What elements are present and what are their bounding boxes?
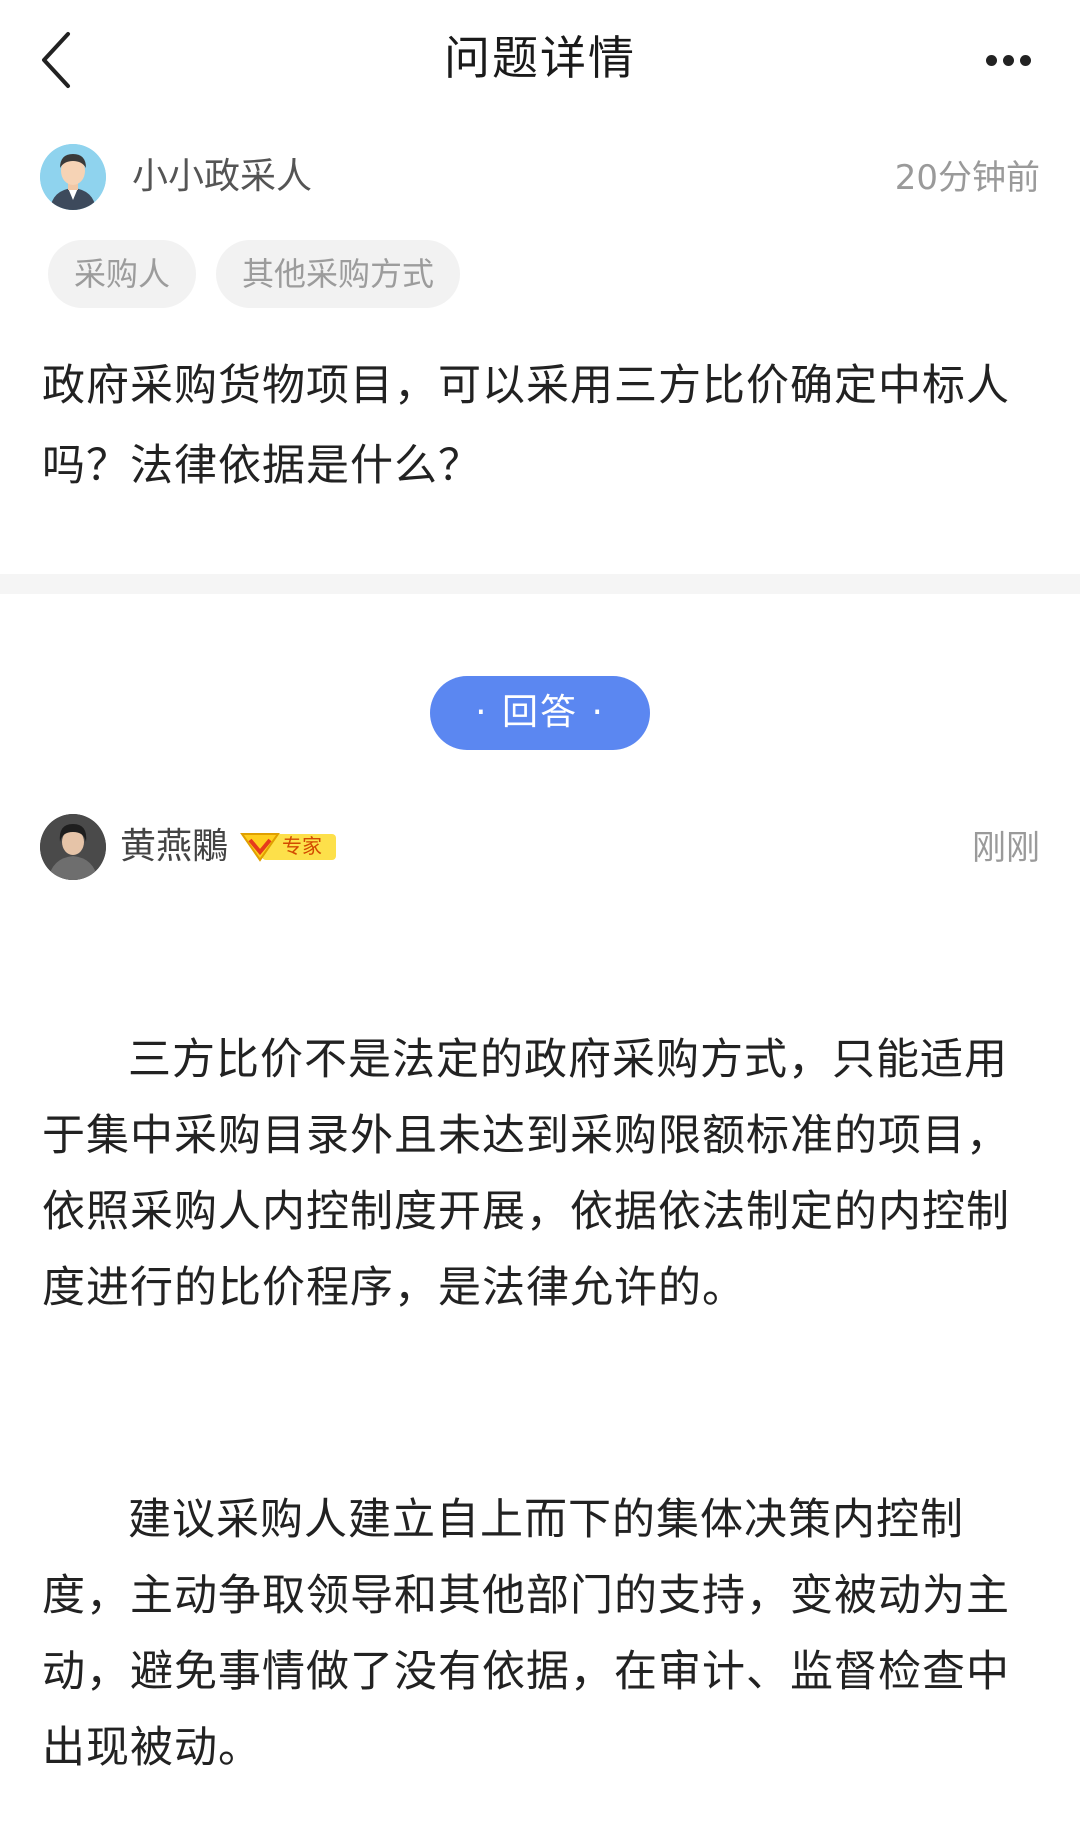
badge-label: 专家 (282, 834, 322, 858)
answer-author-row: 黄燕鷴 专家 刚刚 (40, 814, 1040, 880)
tag-other-procurement[interactable]: 其他采购方式 (216, 240, 461, 308)
question-author-row: 小小政采人 20分钟前 (40, 144, 1040, 210)
user-avatar-icon (40, 144, 106, 210)
top-nav-bar: 问题详情 (0, 0, 1080, 120)
more-dot (1002, 54, 1014, 66)
question-detail-screen: 问题详情 小小政采人 20分钟前 采购人 其他采购方式 政府采购货物项目，可以采… (0, 0, 1080, 1828)
more-button[interactable] (976, 32, 1040, 88)
more-dot (1019, 54, 1031, 66)
answer-timestamp: 刚刚 (972, 828, 1040, 868)
expert-badge: 专家 (240, 828, 338, 864)
question-text: 政府采购货物项目，可以采用三方比价确定中标人吗？法律依据是什么？ (42, 361, 1010, 491)
more-dots-icon (985, 54, 997, 66)
asker-name[interactable]: 小小政采人 (132, 152, 312, 202)
answerer-name[interactable]: 黄燕鷴 (120, 822, 228, 872)
page-title: 问题详情 (444, 31, 636, 85)
asker-avatar[interactable] (40, 144, 106, 210)
question-tags: 采购人 其他采购方式 (48, 240, 461, 308)
user-photo-icon (40, 814, 106, 880)
answer-paragraph: 三方比价不是法定的政府采购方式，只能适用于集中采购目录外且未达到采购限额标准的项… (42, 1035, 1010, 1313)
answer-paragraph: 建议采购人建立自上而下的集体决策内控制度，主动争取领导和其他部门的支持，变被动为… (42, 1495, 1010, 1773)
answerer-avatar[interactable] (40, 814, 106, 880)
answer-section-label: · 回答 · (430, 676, 650, 750)
section-divider (0, 574, 1080, 594)
tag-purchaser[interactable]: 采购人 (48, 240, 197, 308)
question-timestamp: 20分钟前 (894, 158, 1040, 198)
